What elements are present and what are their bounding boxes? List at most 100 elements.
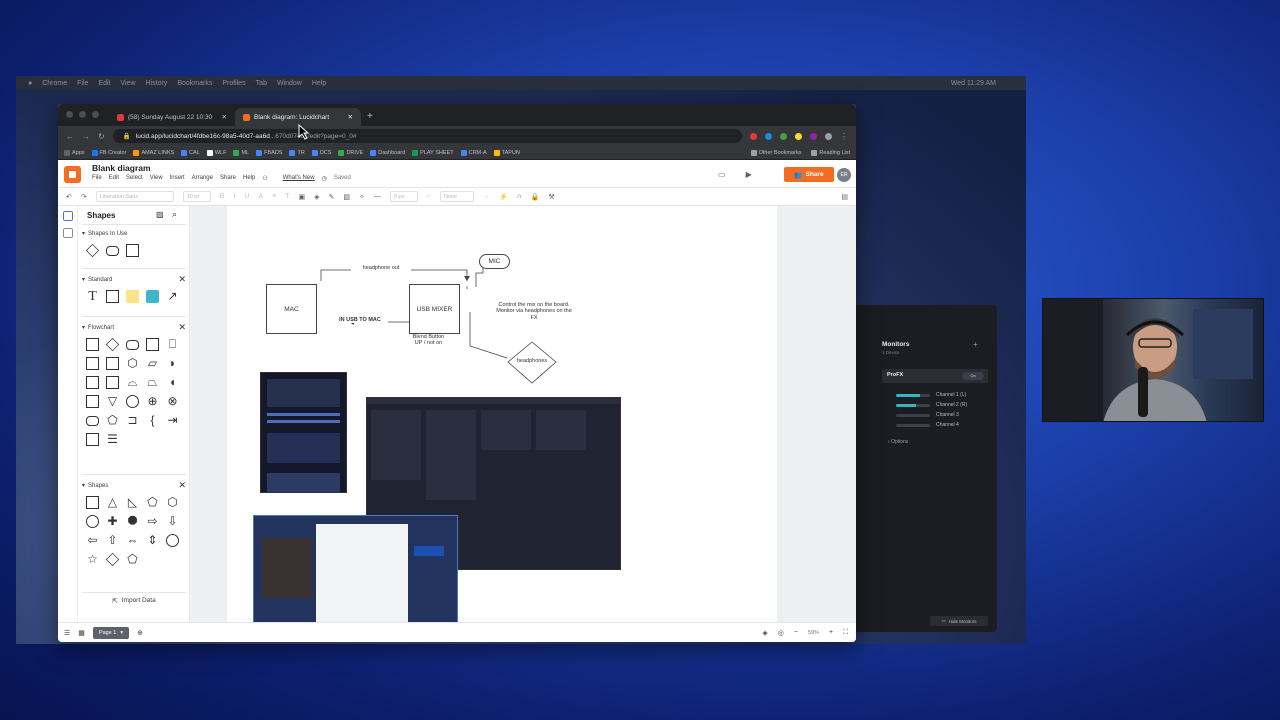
menubar-item[interactable]: File — [77, 80, 88, 87]
diamond-shape-icon[interactable] — [105, 552, 120, 567]
bookmark[interactable]: DCS — [311, 149, 331, 156]
menu-file[interactable]: File — [92, 175, 102, 182]
text-shape-icon[interactable]: T — [86, 290, 99, 304]
star-shape-icon[interactable]: ☆ — [86, 553, 99, 566]
font-select[interactable]: Liberation Sans — [95, 191, 174, 202]
fill-icon[interactable]: ◈ — [314, 193, 319, 201]
line-tool-icon[interactable]: ↗ — [166, 290, 179, 303]
card-shape-icon[interactable] — [106, 357, 119, 370]
extension-icon[interactable] — [750, 132, 757, 140]
rectangle-shape-icon[interactable] — [126, 244, 139, 257]
menubar-item[interactable]: Profiles — [222, 80, 245, 87]
extension-icon[interactable] — [765, 132, 772, 140]
browser-tab-youtube[interactable]: (58) Sunday August 22 10:30 ✕ — [109, 108, 235, 126]
add-device-icon[interactable]: + — [973, 340, 978, 349]
tape-shape-icon[interactable]: ⌓ — [126, 376, 139, 389]
menu-arrange[interactable]: Arrange — [192, 175, 213, 182]
extension-icon[interactable] — [795, 132, 802, 140]
menu-edit[interactable]: Edit — [109, 175, 119, 182]
pentagon-shape-icon[interactable]: ⬠ — [146, 496, 159, 509]
menubar-item[interactable]: Tab — [256, 80, 267, 87]
decision-shape-icon[interactable] — [105, 337, 120, 352]
triangle-shape-icon[interactable]: △ — [106, 496, 119, 509]
avatar[interactable]: ER — [837, 168, 851, 182]
menubar-item[interactable]: Window — [277, 80, 302, 87]
share-button[interactable]: 👥 Share — [784, 167, 834, 182]
menubar-item[interactable]: Chrome — [42, 80, 67, 87]
menu-share[interactable]: Share — [220, 175, 236, 182]
triangle-shape-icon[interactable]: ▽ — [106, 395, 119, 408]
control-mix-note[interactable]: Control the mix on the board. Monitor vi… — [495, 302, 573, 321]
lightning-icon[interactable]: ⚡ — [499, 193, 508, 201]
circle-shape-icon[interactable] — [86, 515, 99, 528]
arrow-end-icon[interactable]: → — [483, 193, 490, 200]
diamond-shape-icon[interactable] — [85, 243, 100, 258]
blend-button-label[interactable]: Blend Button UP / not on — [397, 334, 460, 347]
options-toggle[interactable]: › Options — [888, 439, 908, 445]
whats-new-link[interactable]: What's New — [283, 175, 315, 182]
headphone-out-label[interactable]: headphone out — [351, 265, 411, 272]
url-input[interactable]: 🔒 lucid.app/lucidchart/4fdbe16c-98a5-40d… — [112, 129, 742, 143]
audio-device-menu-screenshot[interactable] — [260, 372, 347, 493]
subprocess-shape-icon[interactable] — [106, 376, 119, 389]
layers-icon[interactable]: ◈ — [762, 629, 767, 637]
reading-list[interactable]: Reading List — [811, 149, 850, 156]
channel-row[interactable]: Channel 3 — [896, 412, 984, 418]
comments-icon[interactable] — [63, 228, 73, 238]
annotation-shape-icon[interactable]: ⊐ — [126, 414, 139, 427]
line-style-icon[interactable]: — — [374, 193, 381, 200]
canvas-area[interactable]: MAC USB MIXER MIC headphones headphone o… — [191, 206, 856, 622]
arrow-right-shape-icon[interactable]: ⇨ — [146, 515, 159, 528]
or-shape-icon[interactable]: ⊕ — [146, 395, 159, 408]
bookmark[interactable]: PLAY SHEET — [412, 149, 454, 156]
bookmark[interactable]: FB Creator — [91, 149, 126, 156]
lock-icon[interactable]: 🔒 — [531, 193, 540, 201]
bookmark[interactable]: TR — [289, 149, 305, 156]
menubar-item[interactable]: Bookmarks — [177, 80, 212, 87]
brace-shape-icon[interactable]: { — [146, 414, 159, 427]
delay-shape-icon[interactable]: ◗ — [166, 357, 179, 370]
style-icon[interactable]: ✧ — [359, 193, 365, 201]
bold-icon[interactable]: B — [220, 193, 225, 200]
connector-shape-icon[interactable] — [126, 395, 139, 408]
close-tab-icon[interactable]: ✕ — [222, 113, 227, 121]
line-end-select[interactable]: None — [439, 191, 474, 202]
diagram-page[interactable]: MAC USB MIXER MIC headphones headphone o… — [227, 206, 777, 622]
forward-icon[interactable]: → — [82, 132, 90, 141]
action-shape-icon[interactable] — [146, 290, 159, 303]
minimize-window-button[interactable] — [79, 111, 86, 118]
profile-icon[interactable] — [825, 132, 832, 140]
channel-row[interactable]: Channel 4 — [896, 422, 984, 428]
lucid-logo-icon[interactable] — [64, 166, 81, 183]
terminator-shape-icon[interactable] — [126, 340, 139, 350]
menu-insert[interactable]: Insert — [170, 175, 185, 182]
close-section-icon[interactable]: ✕ — [178, 322, 186, 333]
display-shape-icon[interactable]: ◖ — [166, 376, 179, 389]
device-row-profx[interactable]: ProFX On — [882, 369, 988, 383]
more-menu-icon[interactable]: ⋮ — [840, 132, 848, 141]
shapes-library-icon[interactable] — [63, 211, 73, 221]
grid-view-icon[interactable]: ▦ — [78, 629, 85, 637]
merge-shape-icon[interactable] — [86, 395, 99, 408]
zoom-out-icon[interactable]: − — [794, 629, 798, 636]
underline-icon[interactable]: U — [244, 193, 249, 200]
rounded-rect-shape-icon[interactable] — [106, 246, 119, 256]
pentagon-outline-shape-icon[interactable]: ⬠ — [126, 553, 139, 566]
wrench-icon[interactable]: ⚒ — [548, 193, 554, 201]
summing-junction-shape-icon[interactable]: ⊗ — [166, 395, 179, 408]
double-arrow-shape-icon[interactable]: ⇔ — [126, 534, 139, 547]
section-shapes[interactable]: ▾ Shapes ✕ — [82, 480, 186, 491]
page-tab[interactable]: Page 1 ▾ — [92, 626, 130, 639]
manual-input-shape-icon[interactable] — [86, 357, 99, 370]
document-title[interactable]: Blank diagram — [92, 163, 151, 173]
section-shapes-in-use[interactable]: ▾ Shapes In Use — [82, 230, 186, 238]
new-tab-button[interactable]: + — [361, 111, 379, 126]
document-shape-icon[interactable]: ⎕ — [166, 338, 179, 351]
apple-icon[interactable]: ● — [28, 80, 32, 87]
border-icon[interactable]: ▣ — [298, 193, 305, 201]
ellipse-shape-icon[interactable] — [166, 534, 179, 547]
image-icon[interactable]: ▨ — [156, 210, 164, 219]
extension-icon[interactable] — [780, 132, 787, 140]
arrow-up-shape-icon[interactable]: ⇧ — [106, 534, 119, 547]
menu-select[interactable]: Select — [126, 175, 143, 182]
